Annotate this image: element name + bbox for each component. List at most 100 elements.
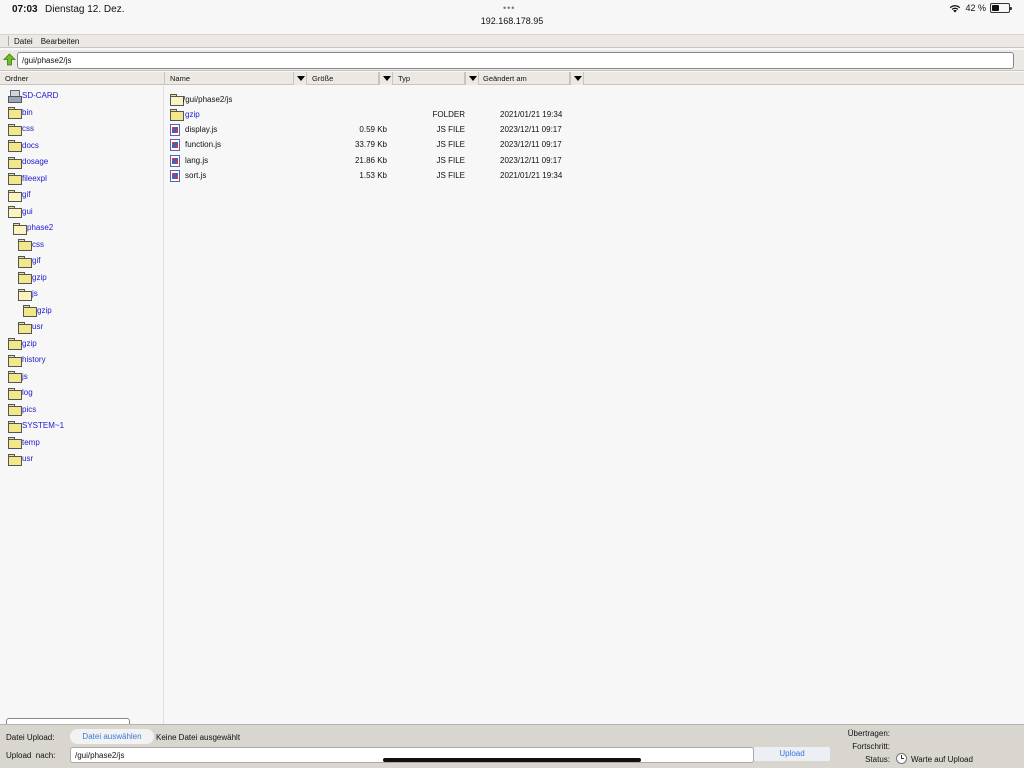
tree-item[interactable]: log — [8, 385, 33, 400]
progress-label: Fortschritt: — [852, 742, 890, 751]
tree-item[interactable]: SD-CARD — [8, 88, 58, 103]
folder-icon — [8, 107, 22, 119]
table-row[interactable]: display.js 0.59 Kb JS FILE 2023/12/11 09:17 — [165, 122, 585, 137]
upload-status-text: Warte auf Upload — [911, 755, 973, 764]
choose-file-button[interactable]: Datei auswählen — [70, 729, 154, 744]
file-modified: 2023/12/11 09:17 — [500, 155, 562, 165]
tree-item-label: css — [32, 239, 44, 249]
tree-item[interactable]: gif — [8, 187, 30, 202]
path-input[interactable]: /gui/phase2/js — [17, 52, 1014, 69]
tree-item[interactable]: css — [18, 237, 44, 252]
tree-item-label: temp — [22, 437, 40, 447]
tree-item[interactable]: fileexpl — [8, 171, 47, 186]
folder-icon — [23, 305, 37, 317]
tree-item[interactable]: docs — [8, 138, 39, 153]
tree-item[interactable]: dosage — [8, 154, 48, 169]
page-url: 192.168.178.95 — [480, 16, 544, 26]
tree-item[interactable]: usr — [8, 451, 33, 466]
tree-item-label: pics — [22, 404, 37, 414]
tree-item[interactable]: gif — [18, 253, 40, 268]
tree-item[interactable]: gzip — [18, 270, 47, 285]
table-row[interactable]: lang.js 21.86 Kb JS FILE 2023/12/11 09:17 — [165, 153, 585, 168]
tree-item-label: css — [22, 124, 34, 133]
file-type: FOLDER — [432, 110, 465, 119]
file-list: /gui/phase2/js gzip FOLDER 2021/01/21 19:3… — [165, 86, 1024, 724]
js-file-icon — [170, 124, 180, 137]
sort-modified-chevron-down-icon[interactable] — [570, 72, 584, 85]
tree-item[interactable]: js — [18, 286, 38, 301]
folder-icon — [8, 140, 22, 152]
tree-item[interactable]: js — [8, 369, 28, 384]
tree-item[interactable]: phase2 — [13, 220, 53, 235]
tree-item-label: gif — [22, 190, 31, 199]
home-indicator[interactable] — [383, 758, 641, 762]
folder-icon — [8, 173, 22, 185]
js-file-icon — [170, 169, 180, 182]
file-name: gzip — [185, 110, 200, 119]
folder-open-icon — [170, 94, 184, 106]
status-date: Dienstag 12. Dez. — [45, 4, 125, 15]
js-file-icon — [170, 154, 180, 167]
transferred-label: Übertragen: — [847, 729, 890, 738]
folder-icon — [170, 109, 184, 121]
menu-grip — [8, 36, 10, 46]
clock-icon — [896, 753, 907, 764]
up-folder-icon[interactable] — [3, 53, 16, 66]
battery-percent: 42 % — [965, 3, 986, 13]
folder-icon — [18, 272, 32, 284]
menu-bearbeiten[interactable]: Bearbeiten — [41, 37, 80, 46]
tree-item-label: bin — [22, 107, 33, 117]
multitasking-dots-icon[interactable]: ••• — [503, 3, 515, 13]
tree-item-label: docs — [22, 140, 39, 150]
table-row[interactable]: sort.js 1.53 Kb JS FILE 2021/01/21 19:34 — [165, 168, 585, 183]
tree-item[interactable]: pics — [8, 402, 36, 417]
tree-item[interactable]: css — [8, 121, 34, 136]
folder-icon — [8, 338, 22, 350]
tree-item-label: dosage — [22, 157, 49, 166]
tree-item-label: phase2 — [27, 223, 54, 232]
tree-item-label: usr — [32, 322, 44, 331]
tree-item[interactable]: history — [8, 352, 46, 367]
tree-item[interactable]: usr — [18, 319, 43, 334]
file-modified: 2021/01/21 19:34 — [500, 110, 563, 119]
sort-name-chevron-down-icon[interactable] — [293, 72, 307, 85]
column-size[interactable]: Größe — [307, 72, 379, 85]
column-modified[interactable]: Geändert am — [478, 72, 570, 85]
tree-item[interactable]: gzip — [8, 336, 37, 351]
tree-item-label: gzip — [32, 272, 47, 282]
folder-icon — [8, 453, 22, 466]
tree-item-label: js — [32, 289, 38, 298]
battery-icon — [990, 3, 1012, 13]
clock-time: 07:03 — [12, 4, 38, 15]
folder-tree: SD-CARD bin css docs dosage fileexpl gif gui pha… — [0, 86, 164, 736]
tree-item[interactable]: gui — [8, 204, 33, 219]
file-type: JS FILE — [436, 155, 465, 165]
column-name[interactable]: Name — [165, 72, 307, 85]
current-path-label: /gui/phase2/js — [183, 95, 233, 104]
file-modified: 2023/12/11 09:17 — [500, 125, 562, 135]
status-label: Status: — [865, 755, 890, 764]
tree-item[interactable]: gzip — [23, 303, 52, 318]
tree-item[interactable]: SYSTEM~1 — [8, 418, 64, 433]
file-modified: 2021/01/21 19:34 — [500, 170, 563, 180]
tree-item-label: SYSTEM~1 — [22, 421, 65, 430]
sort-type-chevron-down-icon[interactable] — [465, 72, 479, 85]
folder-icon — [8, 420, 22, 433]
folder-icon — [8, 123, 22, 136]
table-row[interactable]: gzip FOLDER 2021/01/21 19:34 — [165, 107, 585, 122]
table-row[interactable]: function.js 33.79 Kb JS FILE 2023/12/11 09:… — [165, 137, 585, 152]
tree-item-label: js — [22, 371, 28, 381]
sort-size-chevron-down-icon[interactable] — [379, 72, 393, 85]
menu-datei[interactable]: Datei — [14, 37, 33, 46]
file-modified: 2023/12/11 09:17 — [500, 140, 562, 150]
folder-icon — [8, 404, 22, 416]
tree-item[interactable]: bin — [8, 105, 33, 120]
file-size: 33.79 Kb — [354, 140, 387, 150]
file-size: 21.86 Kb — [354, 155, 387, 165]
folder-open-icon — [8, 206, 22, 218]
wifi-icon — [950, 4, 961, 12]
tree-item[interactable]: temp — [8, 435, 40, 450]
column-type[interactable]: Typ — [393, 72, 465, 85]
file-size: 0.59 Kb — [359, 125, 387, 135]
upload-target-label: Upload nach: — [6, 751, 56, 760]
